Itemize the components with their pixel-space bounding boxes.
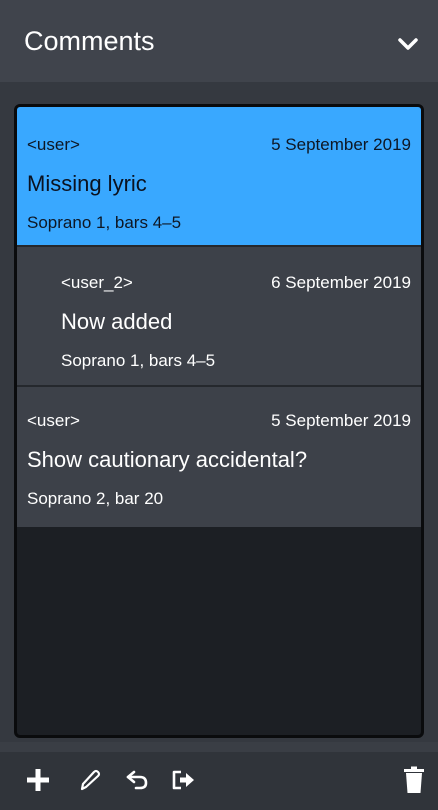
comment-author: <user> — [27, 135, 80, 154]
delete-comment-button[interactable] — [398, 764, 430, 796]
comment-date: 6 September 2019 — [271, 273, 411, 292]
export-comments-button[interactable] — [168, 764, 200, 796]
chevron-down-icon[interactable] — [394, 30, 422, 58]
comments-toolbar — [0, 752, 438, 810]
reply-icon — [126, 770, 148, 790]
plus-icon — [27, 769, 49, 791]
comment-item[interactable]: <user> 5 September 2019 Show cautionary … — [17, 387, 421, 527]
reply-comment-button[interactable] — [122, 764, 154, 796]
comment-date: 5 September 2019 — [271, 135, 411, 154]
trash-icon — [404, 766, 424, 793]
comment-reply-item[interactable]: <user_2> 6 September 2019 Now added Sopr… — [17, 247, 421, 387]
comment-location: Soprano 1, bars 4–5 — [27, 213, 182, 232]
comment-item[interactable]: <user> 5 September 2019 Missing lyric So… — [17, 107, 421, 247]
comment-text: Missing lyric — [27, 171, 147, 196]
comment-text: Show cautionary accidental? — [27, 447, 308, 472]
panel-title: Comments — [24, 26, 155, 56]
comment-author: <user_2> — [61, 273, 133, 292]
export-icon — [172, 770, 194, 790]
comments-list[interactable]: <user> 5 September 2019 Missing lyric So… — [14, 104, 424, 738]
comment-date: 5 September 2019 — [271, 411, 411, 430]
pencil-icon — [80, 769, 101, 791]
comment-text: Now added — [61, 309, 173, 334]
edit-comment-button[interactable] — [74, 764, 106, 796]
comment-location: Soprano 2, bar 20 — [27, 489, 164, 508]
add-comment-button[interactable] — [22, 764, 54, 796]
comment-location: Soprano 1, bars 4–5 — [61, 351, 216, 370]
comment-author: <user> — [27, 411, 80, 430]
comments-panel-header[interactable]: Comments — [0, 0, 438, 82]
